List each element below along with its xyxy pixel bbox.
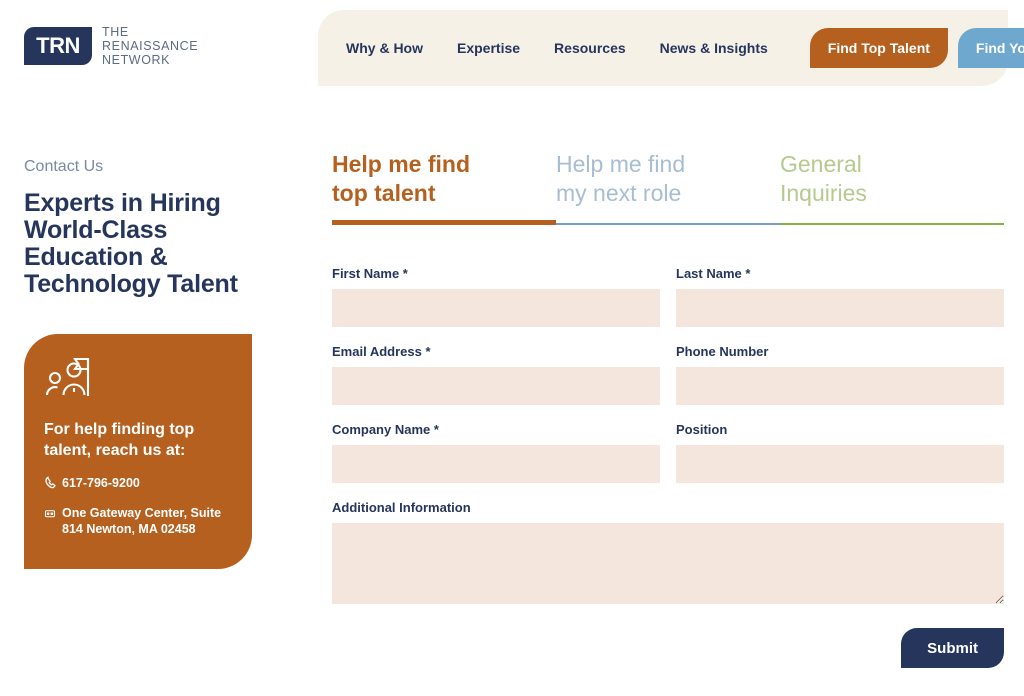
phone-icon — [44, 476, 62, 495]
company-name-input[interactable] — [332, 445, 660, 483]
tab-help-me-find-my-next-role[interactable]: Help me find my next role — [556, 150, 780, 225]
tab-help-me-find-top-talent[interactable]: Help me find top talent — [332, 150, 556, 225]
submit-row: Submit — [332, 628, 1004, 668]
additional-information-label: Additional Information — [332, 500, 471, 515]
page-title: Experts in Hiring World-Class Education … — [24, 189, 238, 298]
form-tabs: Help me find top talent Help me find my … — [332, 150, 1004, 225]
card-heading: For help finding top talent, reach us at… — [44, 421, 195, 459]
email-address-label: Email Address * — [332, 344, 431, 359]
card-phone-row[interactable]: 617-796-9200 — [44, 475, 232, 495]
position-label: Position — [676, 422, 728, 437]
people-with-flag-icon — [44, 356, 232, 405]
logo-word-line-1: THE — [102, 25, 129, 39]
eyebrow-label: Contact Us — [24, 158, 104, 175]
card-phone-number: 617-796-9200 — [62, 476, 140, 490]
tab-underline — [780, 223, 1004, 225]
additional-information-textarea[interactable] — [332, 523, 1004, 604]
tab-label: Help me find my next role — [556, 151, 686, 206]
first-name-label: First Name * — [332, 266, 408, 281]
submit-button[interactable]: Submit — [901, 628, 1004, 668]
tab-general-inquiries[interactable]: General Inquiries — [780, 150, 1004, 225]
find-your-role-button[interactable]: Find Your Role — [957, 28, 1024, 68]
form-row-company: Company Name * Position — [332, 422, 1004, 483]
form-fields: First Name * Last Name * Email Address *… — [332, 266, 1004, 668]
contact-intro-column: Contact Us Experts in Hiring World-Class… — [24, 158, 292, 569]
logo-mark-text: TRN — [36, 33, 80, 58]
field-company-name: Company Name * — [332, 422, 660, 483]
phone-number-label: Phone Number — [676, 344, 769, 359]
field-position: Position — [676, 422, 1004, 483]
nav-link-why-and-how[interactable]: Why & How — [346, 40, 423, 56]
nav-link-news-and-insights[interactable]: News & Insights — [660, 40, 768, 56]
company-name-label: Company Name * — [332, 422, 439, 437]
logo-word-line-3: NETWORK — [102, 53, 171, 67]
field-phone-number: Phone Number — [676, 344, 1004, 405]
tab-label: Help me find top talent — [332, 151, 471, 206]
form-row-additional-information: Additional Information — [332, 500, 1004, 604]
card-address: One Gateway Center, Suite 814 Newton, MA… — [62, 506, 222, 536]
first-name-input[interactable] — [332, 289, 660, 327]
contact-help-card: For help finding top talent, reach us at… — [24, 334, 252, 569]
site-logo[interactable]: TRN THE RENAISSANCE NETWORK — [24, 25, 198, 67]
contact-form-area: Help me find top talent Help me find my … — [332, 150, 1004, 668]
tab-underline — [556, 223, 780, 225]
card-address-row: One Gateway Center, Suite 814 Newton, MA… — [44, 505, 232, 537]
position-input[interactable] — [676, 445, 1004, 483]
email-address-input[interactable] — [332, 367, 660, 405]
main-navigation: Why & How Expertise Resources News & Ins… — [318, 10, 1024, 86]
logo-mark: TRN — [24, 27, 92, 65]
find-top-talent-button[interactable]: Find Top Talent — [809, 28, 948, 68]
last-name-label: Last Name * — [676, 266, 751, 281]
field-last-name: Last Name * — [676, 266, 1004, 327]
last-name-input[interactable] — [676, 289, 1004, 327]
field-first-name: First Name * — [332, 266, 660, 327]
phone-number-input[interactable] — [676, 367, 1004, 405]
field-email-address: Email Address * — [332, 344, 660, 405]
form-row-name: First Name * Last Name * — [332, 266, 1004, 327]
nav-link-expertise[interactable]: Expertise — [457, 40, 520, 56]
nav-link-resources[interactable]: Resources — [554, 40, 626, 56]
location-building-icon — [44, 506, 62, 524]
site-header: TRN THE RENAISSANCE NETWORK Why & How Ex… — [0, 0, 1024, 100]
logo-word-line-2: RENAISSANCE — [102, 39, 199, 53]
logo-wordmark: THE RENAISSANCE NETWORK — [102, 25, 198, 67]
field-additional-information: Additional Information — [332, 500, 1004, 604]
form-row-contact: Email Address * Phone Number — [332, 344, 1004, 405]
tab-label: General Inquiries — [780, 151, 867, 206]
tab-underline — [332, 220, 556, 225]
